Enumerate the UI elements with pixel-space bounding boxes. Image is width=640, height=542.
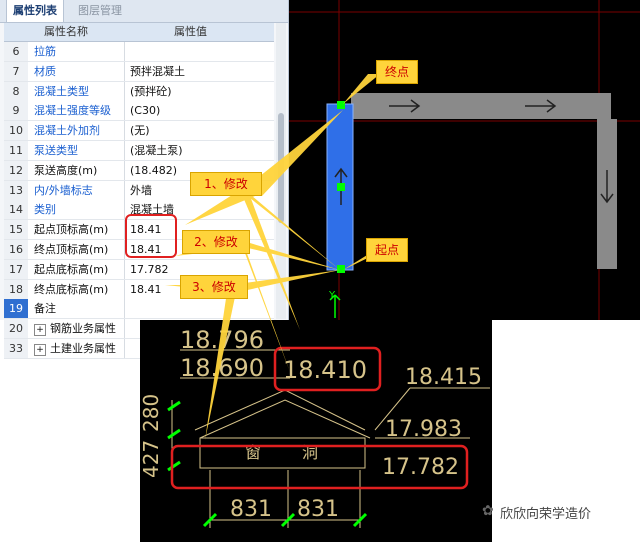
property-panel: 属性列表 图层管理 属性名称 属性值 6 拉筋 7 材质 预拌混凝土 8 混凝土类型 (预拌砼…	[0, 0, 289, 359]
property-name: 泵送高度(m)	[34, 160, 125, 180]
tab-layers[interactable]: 图层管理	[72, 0, 128, 22]
property-row[interactable]: 6 拉筋	[4, 42, 274, 62]
dim-17782: 17.782	[382, 455, 459, 480]
dim-18690: 18.690	[180, 354, 264, 382]
property-row[interactable]: 9 混凝土强度等级 (C30)	[4, 101, 274, 122]
property-name: 终点底标高(m)	[34, 279, 125, 299]
end-point-marker	[337, 101, 345, 109]
property-name: 材质	[34, 61, 125, 81]
tab-properties[interactable]: 属性列表	[6, 0, 64, 22]
property-name-text: 拉筋	[34, 45, 56, 58]
callout-end-point: 终点	[376, 60, 418, 84]
property-value[interactable]: (无)	[130, 121, 270, 140]
callout-modify-2: 2、修改	[182, 230, 250, 254]
row-number: 11	[4, 141, 28, 160]
panel-tabs: 属性列表 图层管理	[0, 0, 288, 23]
row-number: 14	[4, 200, 28, 220]
property-name-text: 混凝土类型	[34, 84, 89, 98]
property-value[interactable]: (混凝土泵)	[130, 141, 270, 160]
dim-831-left: 831	[230, 497, 272, 522]
property-value[interactable]: (C30)	[130, 101, 270, 120]
dim-831-right: 831	[297, 497, 339, 522]
row-number: 9	[4, 101, 28, 121]
row-number: 13	[4, 180, 28, 200]
column-value-header: 属性值	[174, 25, 207, 38]
highlight-box-start-end-top	[125, 214, 177, 258]
property-name: 混凝土强度等级	[34, 101, 125, 121]
property-name-text: 备注	[34, 302, 56, 316]
row-number: 17	[4, 259, 28, 279]
property-name-text: 终点底标高(m)	[34, 282, 109, 296]
y-axis-label: Y	[328, 290, 336, 301]
property-name-text: 混凝土外加剂	[34, 124, 100, 138]
property-name: 类别	[34, 200, 125, 220]
property-name-text: 终点顶标高(m)	[34, 243, 109, 256]
property-name: 泵送类型	[34, 141, 125, 160]
property-value[interactable]: 预拌混凝土	[130, 62, 270, 81]
property-name: 备注	[34, 299, 125, 319]
row-number: 16	[4, 240, 28, 259]
property-name: 内/外墙标志	[34, 180, 125, 200]
callout-modify-1: 1、修改	[190, 172, 262, 196]
property-row[interactable]: 7 材质 预拌混凝土	[4, 61, 274, 82]
property-name: 混凝土外加剂	[34, 121, 125, 141]
expand-icon[interactable]: +	[34, 324, 46, 337]
row-number: 8	[4, 81, 28, 101]
property-name: + 钢筋业务属性	[34, 319, 125, 339]
property-name: 混凝土类型	[34, 81, 125, 101]
property-value[interactable]: (预拌砼)	[130, 82, 270, 101]
row-number: 7	[4, 61, 28, 81]
property-name-text: 混凝土强度等级	[34, 104, 111, 118]
property-name-text: 钢筋业务属性	[50, 322, 116, 336]
dim-18410: 18.410	[283, 356, 367, 384]
row-number: 19	[4, 299, 28, 319]
dim-427: 427	[140, 440, 163, 478]
column-header: 属性名称 属性值	[4, 23, 274, 42]
dim-18415: 18.415	[405, 365, 482, 390]
property-row[interactable]: 8 混凝土类型 (预拌砼)	[4, 81, 274, 102]
column-name-header: 属性名称	[44, 25, 88, 38]
property-name: 起点底标高(m)	[34, 259, 125, 279]
property-name: + 土建业务属性	[34, 339, 125, 358]
dim-18796: 18.796	[180, 326, 264, 354]
cad-section-view: 18.796 18.690 18.410 18.415 17.983 17.78…	[140, 320, 492, 542]
property-name: 终点顶标高(m)	[34, 240, 125, 259]
property-name: 起点顶标高(m)	[34, 220, 125, 240]
scrollbar-thumb[interactable]	[278, 113, 284, 223]
property-row[interactable]: 10 混凝土外加剂 (无)	[4, 121, 274, 142]
scrollbar[interactable]	[276, 23, 286, 319]
callout-modify-3: 3、修改	[180, 275, 248, 299]
mid-point-marker	[337, 183, 345, 191]
row-number: 12	[4, 160, 28, 180]
wechat-icon: ✿	[482, 503, 494, 519]
property-name-text: 泵送高度(m)	[34, 163, 98, 177]
row-number: 20	[4, 319, 28, 339]
property-value[interactable]	[130, 42, 270, 61]
property-row[interactable]: 11 泵送类型 (混凝土泵)	[4, 141, 274, 161]
property-name-text: 起点底标高(m)	[34, 262, 109, 276]
dim-280: 280	[140, 394, 163, 432]
row-number: 10	[4, 121, 28, 141]
property-name: 拉筋	[34, 42, 125, 61]
row-number: 18	[4, 279, 28, 299]
row-number: 33	[4, 339, 28, 358]
property-row[interactable]: 19 备注	[4, 299, 274, 320]
callout-start-point: 起点	[366, 238, 408, 262]
property-name-text: 材质	[34, 64, 56, 78]
property-name-text: 土建业务属性	[50, 342, 116, 355]
property-name-text: 类别	[34, 203, 56, 217]
row-number: 15	[4, 220, 28, 240]
property-value[interactable]	[130, 299, 270, 318]
expand-icon[interactable]: +	[34, 344, 46, 356]
property-name-text: 内/外墙标志	[34, 183, 93, 197]
cad-plan-view: Y	[289, 0, 640, 320]
property-name-text: 泵送类型	[34, 144, 78, 157]
dim-17983: 17.983	[385, 417, 462, 442]
start-point-marker	[337, 265, 345, 273]
watermark: 欣欣向荣学造价	[500, 507, 592, 522]
row-number: 6	[4, 42, 28, 61]
property-name-text: 起点顶标高(m)	[34, 223, 109, 237]
